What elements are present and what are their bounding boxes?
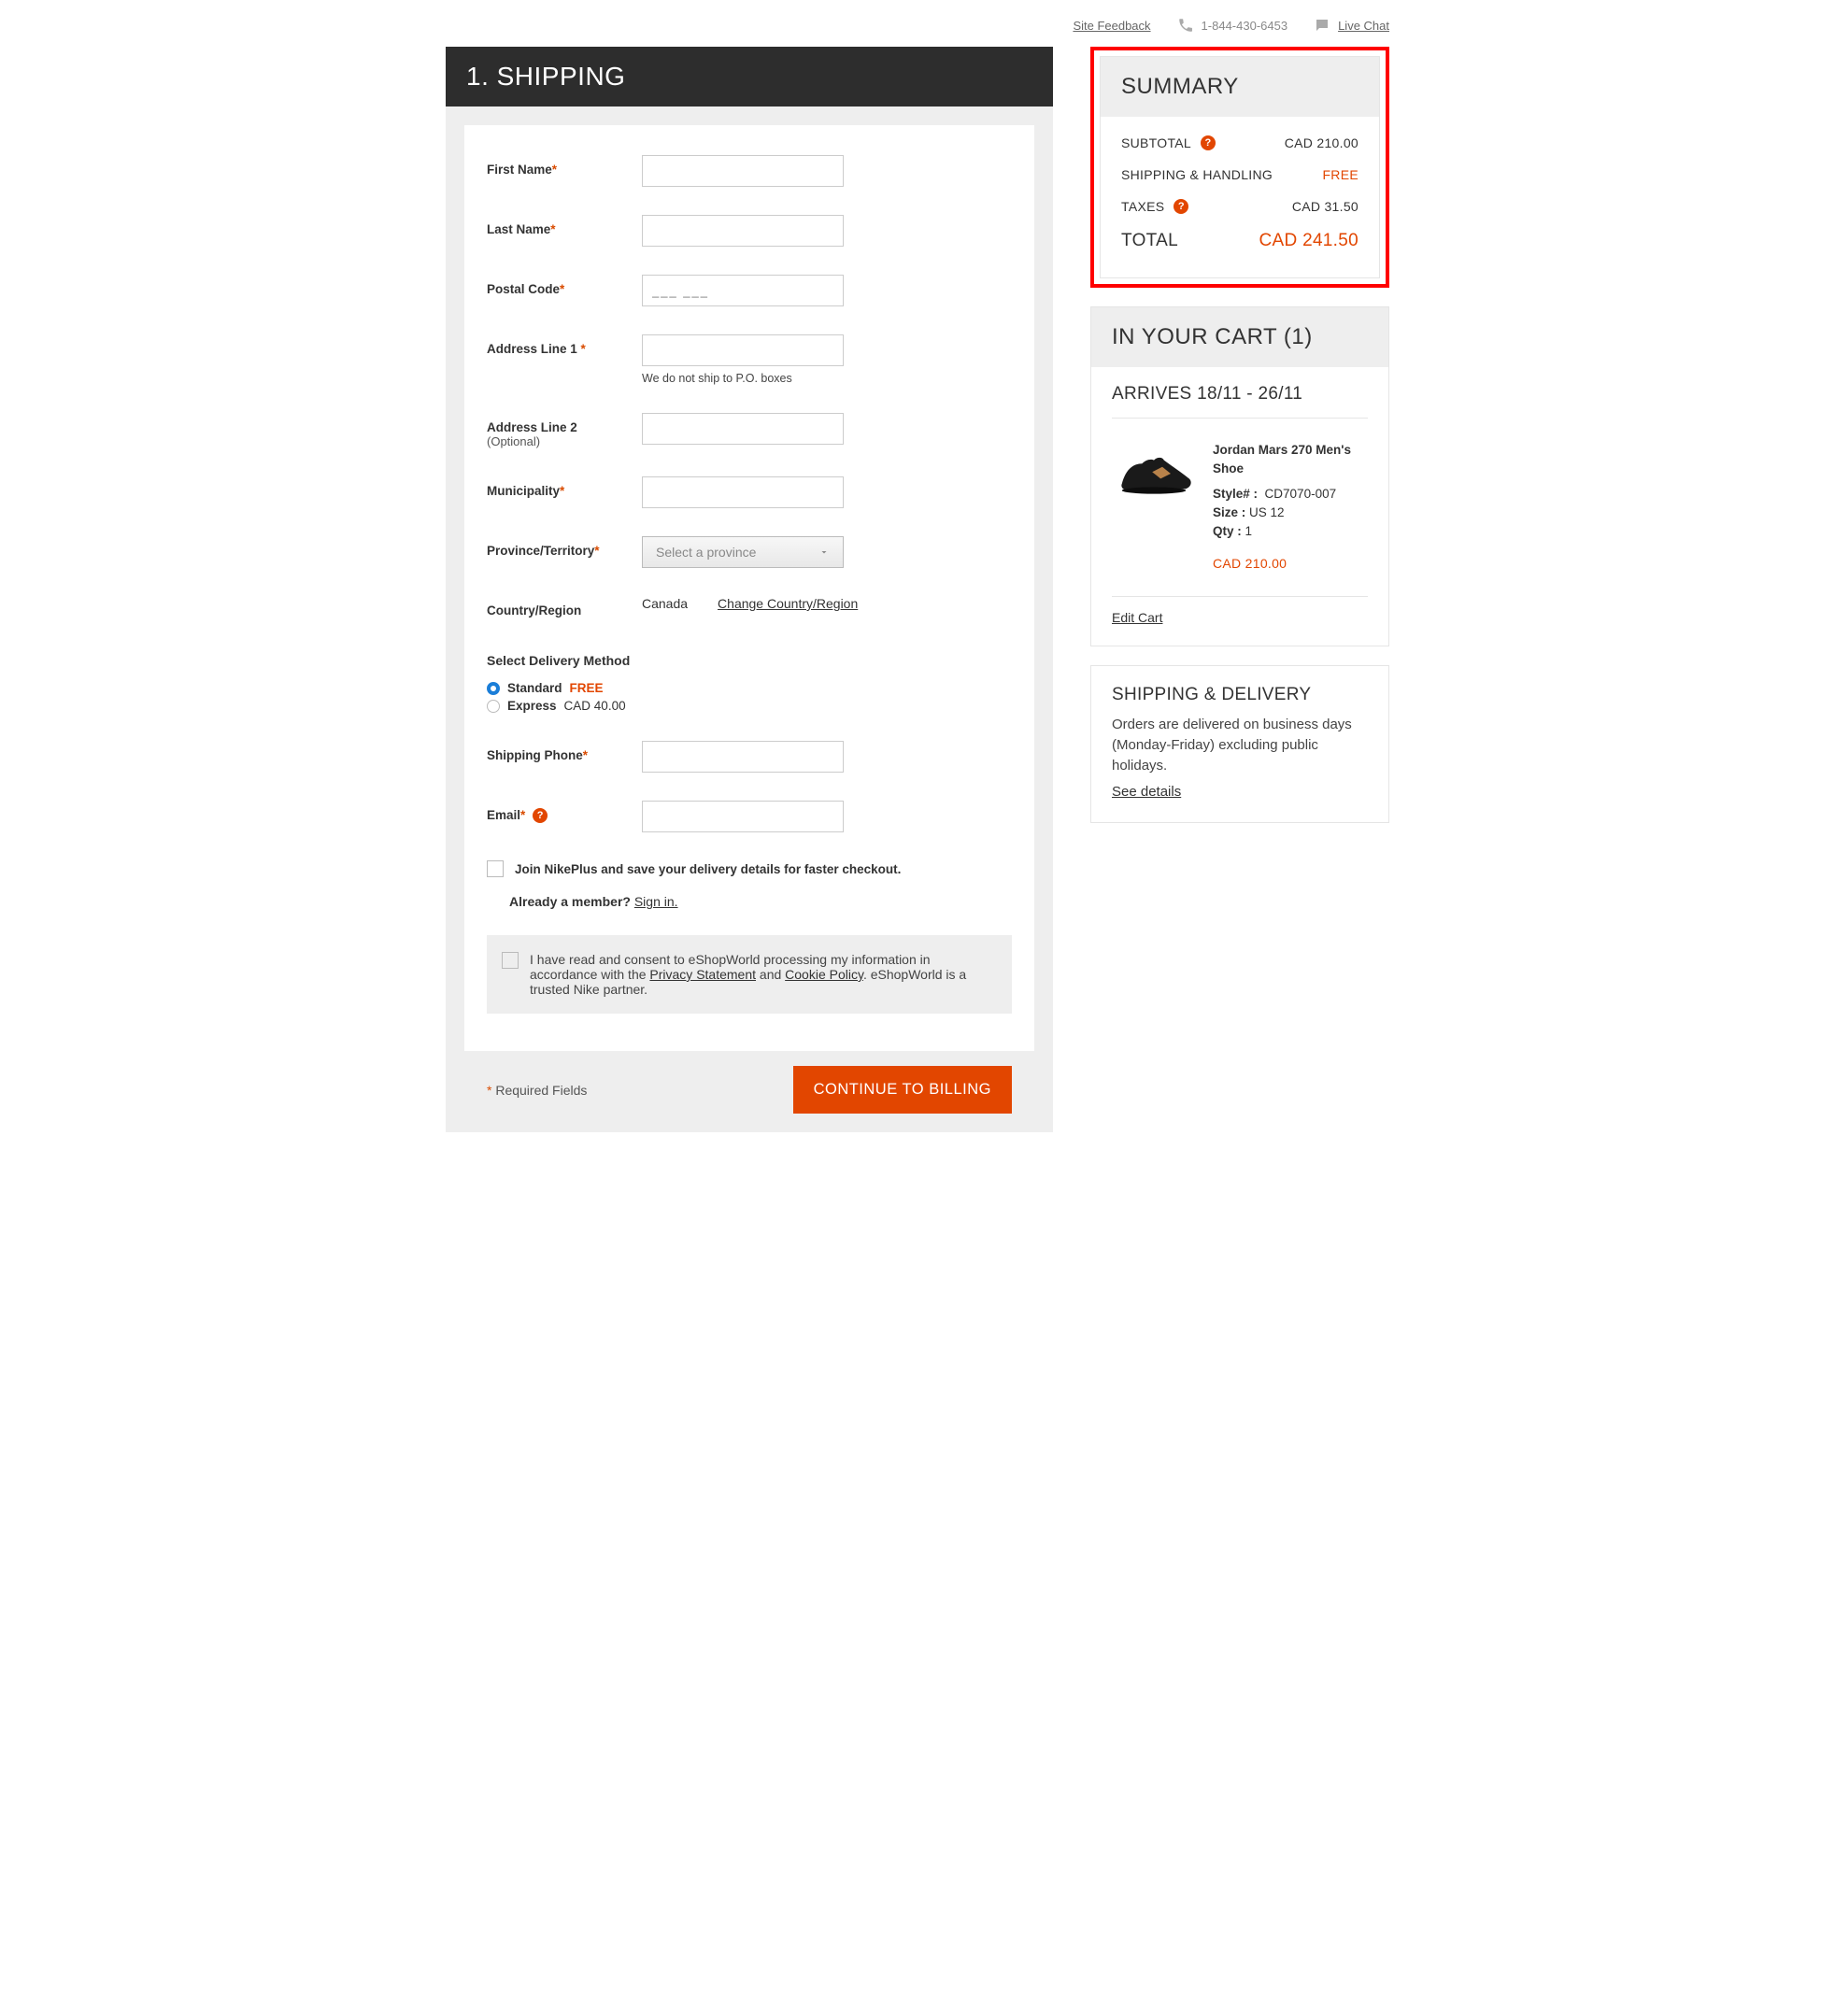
shoe-icon xyxy=(1112,448,1196,499)
cart-title: IN YOUR CART (1) xyxy=(1091,307,1388,367)
already-member-text: Already a member? Sign in. xyxy=(509,894,1012,909)
taxes-label: TAXES xyxy=(1121,199,1164,214)
address1-input[interactable] xyxy=(642,334,844,366)
delivery-express-option[interactable]: Express CAD 40.00 xyxy=(487,699,1012,713)
address1-helper: We do not ship to P.O. boxes xyxy=(642,372,844,385)
site-feedback-link[interactable]: Site Feedback xyxy=(1073,19,1150,33)
province-label: Province/Territory xyxy=(487,544,594,558)
summary-title: SUMMARY xyxy=(1101,57,1379,117)
cookie-policy-link[interactable]: Cookie Policy xyxy=(785,967,863,982)
product-image xyxy=(1112,441,1196,506)
subtotal-value: CAD 210.00 xyxy=(1285,135,1358,150)
see-details-link[interactable]: See details xyxy=(1112,784,1181,800)
address1-label: Address Line 1 xyxy=(487,342,581,356)
taxes-value: CAD 31.50 xyxy=(1292,199,1358,214)
subtotal-label: SUBTOTAL xyxy=(1121,135,1191,150)
cart-item: Jordan Mars 270 Men's Shoe Style# : CD70… xyxy=(1112,419,1368,596)
total-value: CAD 241.50 xyxy=(1259,231,1358,251)
consent-box: I have read and consent to eShopWorld pr… xyxy=(487,935,1012,1014)
shipping-delivery-title: SHIPPING & DELIVERY xyxy=(1112,685,1368,705)
last-name-label: Last Name xyxy=(487,222,550,236)
shipping-section-header: 1. SHIPPING xyxy=(446,47,1053,106)
province-select[interactable]: Select a province xyxy=(642,536,844,568)
municipality-input[interactable] xyxy=(642,476,844,508)
shipping-phone-input[interactable] xyxy=(642,741,844,773)
sign-in-link[interactable]: Sign in. xyxy=(634,894,678,909)
help-icon[interactable]: ? xyxy=(1201,135,1216,150)
municipality-label: Municipality xyxy=(487,484,560,498)
arrives-text: ARRIVES 18/11 - 26/11 xyxy=(1112,384,1368,405)
address2-label: Address Line 2 xyxy=(487,420,577,434)
live-chat-link[interactable]: Live Chat xyxy=(1338,19,1389,33)
shipping-delivery-panel: SHIPPING & DELIVERY Orders are delivered… xyxy=(1090,665,1389,822)
product-price: CAD 210.00 xyxy=(1213,554,1368,574)
join-nikeplus-label: Join NikePlus and save your delivery det… xyxy=(515,862,901,876)
country-value: Canada xyxy=(642,596,688,611)
help-icon[interactable]: ? xyxy=(1174,199,1188,214)
chevron-down-icon xyxy=(818,547,830,558)
join-nikeplus-checkbox[interactable] xyxy=(487,860,504,877)
first-name-label: First Name xyxy=(487,163,552,177)
edit-cart-link[interactable]: Edit Cart xyxy=(1112,610,1162,625)
continue-to-billing-button[interactable]: CONTINUE TO BILLING xyxy=(793,1066,1012,1114)
shipping-phone-label: Shipping Phone xyxy=(487,748,583,762)
email-input[interactable] xyxy=(642,801,844,832)
help-icon[interactable]: ? xyxy=(533,808,548,823)
delivery-method-label: Select Delivery Method xyxy=(487,653,1012,668)
change-country-link[interactable]: Change Country/Region xyxy=(718,596,858,611)
privacy-statement-link[interactable]: Privacy Statement xyxy=(649,967,756,982)
product-style: CD7070-007 xyxy=(1265,487,1337,501)
shipping-delivery-text: Orders are delivered on business days (M… xyxy=(1112,715,1368,775)
shipping-label: SHIPPING & HANDLING xyxy=(1121,167,1273,182)
required-fields-note: * Required Fields xyxy=(487,1083,587,1098)
delivery-standard-option[interactable]: Standard FREE xyxy=(487,681,1012,695)
postal-code-input[interactable] xyxy=(642,275,844,306)
radio-selected-icon xyxy=(487,682,500,695)
country-label: Country/Region xyxy=(487,603,581,618)
last-name-input[interactable] xyxy=(642,215,844,247)
consent-checkbox[interactable] xyxy=(502,952,519,969)
top-bar: Site Feedback 1-844-430-6453 Live Chat xyxy=(446,0,1389,47)
summary-highlight: SUMMARY SUBTOTAL ? CAD 210.00 SHIPPING &… xyxy=(1090,47,1389,288)
product-name: Jordan Mars 270 Men's Shoe xyxy=(1213,441,1368,479)
address2-input[interactable] xyxy=(642,413,844,445)
product-size: US 12 xyxy=(1249,505,1285,519)
total-label: TOTAL xyxy=(1121,231,1178,251)
chat-icon xyxy=(1314,17,1330,34)
phone-icon xyxy=(1177,17,1194,34)
email-label: Email xyxy=(487,808,520,822)
first-name-input[interactable] xyxy=(642,155,844,187)
phone-number: 1-844-430-6453 xyxy=(1177,17,1288,34)
radio-unselected-icon xyxy=(487,700,500,713)
shipping-value: FREE xyxy=(1322,167,1358,182)
cart-panel: IN YOUR CART (1) ARRIVES 18/11 - 26/11 xyxy=(1090,306,1389,646)
postal-code-label: Postal Code xyxy=(487,282,560,296)
product-qty: 1 xyxy=(1245,524,1253,538)
